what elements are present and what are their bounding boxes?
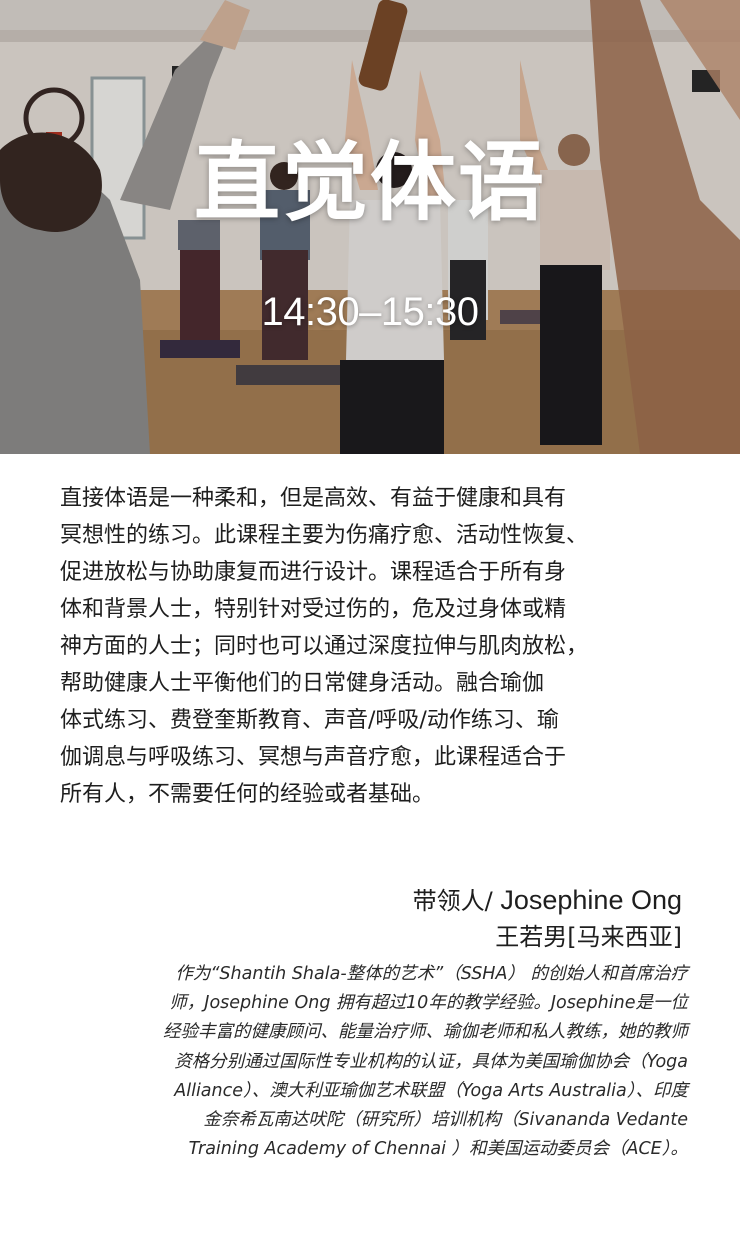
description-line: 所有人，不需要任何的经验或者基础。 [60, 782, 435, 807]
description-line: 直接体语是一种柔和，但是高效、有益于健康和具有 [60, 486, 567, 511]
instructor-role-line: 带领人/ Josephine Ong [413, 882, 682, 919]
class-detail-page: 直觉体语 14:30–15:30 直接体语是一种柔和，但是高效、有益于健康和具有… [0, 0, 740, 1246]
class-title: 直觉体语 [194, 133, 546, 233]
description-line: 冥想性的练习。此课程主要为伤痛疗愈、活动性恢复、 [60, 523, 589, 548]
hero-photo: 直觉体语 14:30–15:30 [0, 0, 740, 454]
bio-line: 作为“Shantih Shala-整体的艺术”（SSHA） 的创始人和首席治疗 [175, 964, 688, 984]
bio-line: Training Academy of Chennai ）和美国运动委员会（AC… [188, 1139, 688, 1160]
bio-line: 师，Josephine Ong 拥有超过10年的教学经验。Josephine是一… [169, 993, 688, 1014]
bio-line: 资格分别通过国际性专业机构的认证，具体为美国瑜伽协会（Yoga [174, 1051, 688, 1072]
bio-line: Alliance）、澳大利亚瑜伽艺术联盟（Yoga Arts Australia… [174, 1080, 688, 1101]
instructor-role-label: 带领人/ [412, 887, 501, 915]
description-line: 帮助健康人士平衡他们的日常健身活动。融合瑜伽 [60, 671, 545, 696]
instructor-name-en: Josephine Ong [500, 885, 682, 915]
bio-line: 金奈希瓦南达吠陀（研究所）培训机构（Sivananda Vedante [203, 1110, 688, 1131]
class-time: 14:30–15:30 [261, 290, 479, 334]
description-line: 促进放松与协助康复而进行设计。课程适合于所有身 [60, 560, 567, 585]
instructor-name-cn: 王若男[马来西亚] [495, 923, 682, 951]
description-line: 体式练习、费登奎斯教育、声音/呼吸/动作练习、瑜 [60, 708, 559, 733]
bio-line: 经验丰富的健康顾问、能量治疗师、瑜伽老师和私人教练，她的教师 [163, 1022, 688, 1043]
description-line: 神方面的人士；同时也可以通过深度拉伸与肌肉放松， [60, 634, 589, 659]
description-line: 伽调息与呼吸练习、冥想与声音疗愈，此课程适合于 [60, 745, 567, 770]
description-line: 体和背景人士，特别针对受过伤的，危及过身体或精 [60, 597, 567, 622]
instructor-block: 带领人/ Josephine Ong 王若男[马来西亚] [413, 882, 682, 955]
instructor-bio: 作为“Shantih Shala-整体的艺术”（SSHA） 的创始人和首席治疗 … [48, 960, 688, 1164]
class-description: 直接体语是一种柔和，但是高效、有益于健康和具有 冥想性的练习。此课程主要为伤痛疗… [60, 480, 700, 813]
